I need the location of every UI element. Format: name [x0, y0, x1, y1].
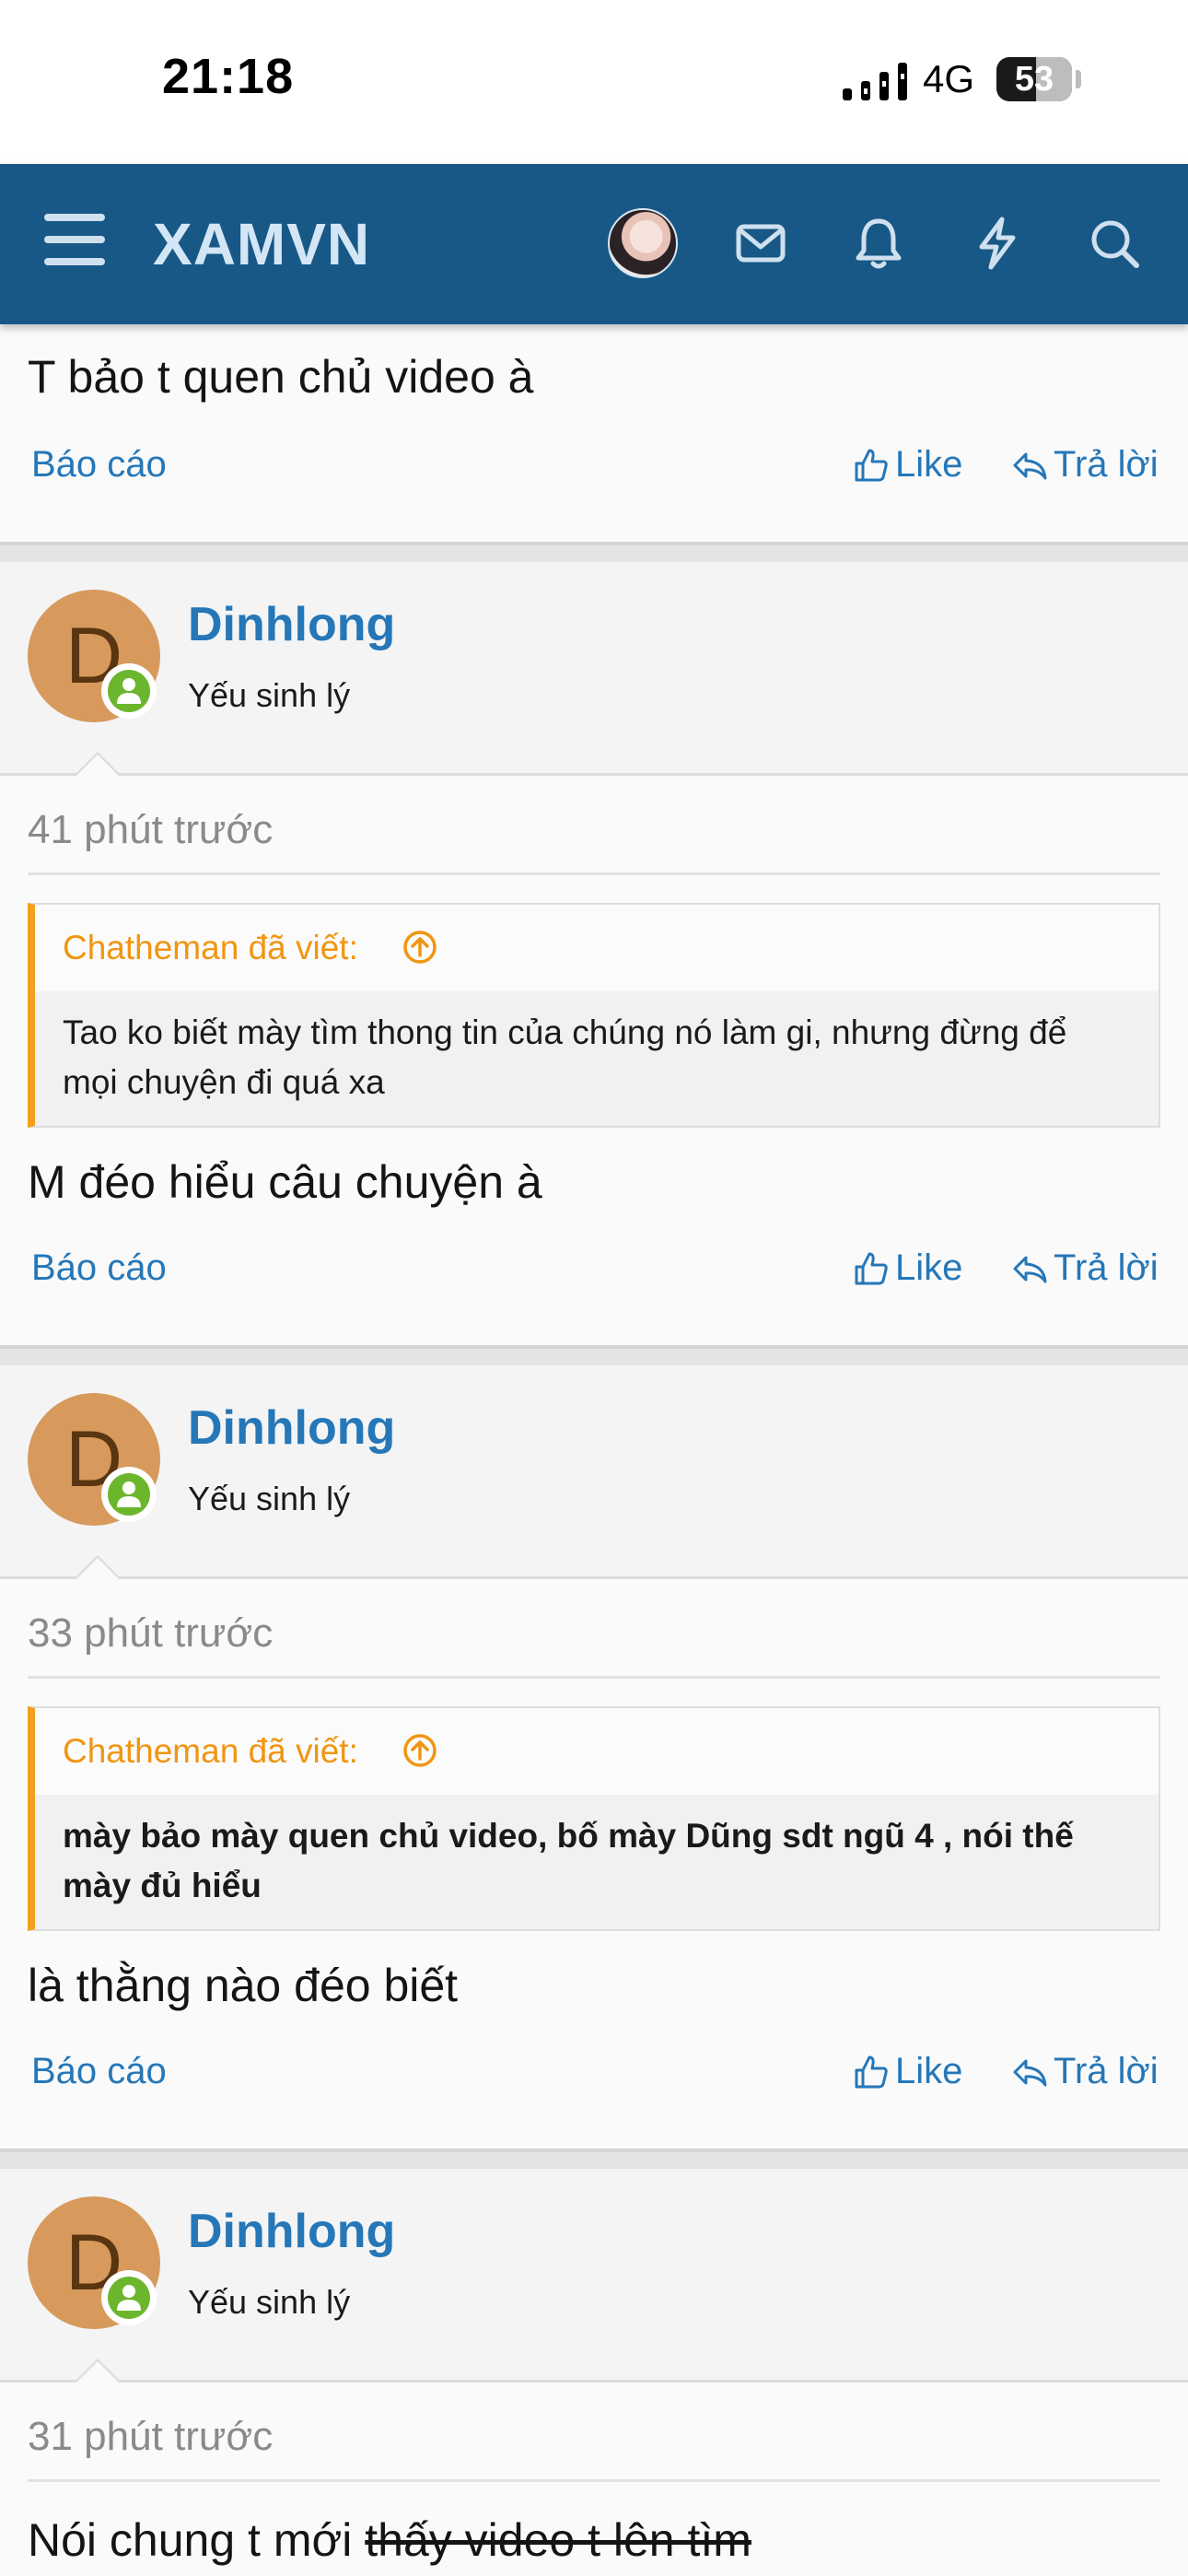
post-actions: Báo cáo Like Trả lời [0, 404, 1188, 542]
post-time[interactable]: 31 phút trước [28, 2414, 273, 2460]
thumbs-up-icon [855, 449, 888, 482]
reply-icon [1013, 1256, 1047, 1283]
username[interactable]: Dinhlong [188, 1400, 395, 1456]
quote-author[interactable]: Chatheman đã viết: [63, 1732, 358, 1771]
report-link[interactable]: Báo cáo [31, 444, 167, 486]
online-status-icon [101, 663, 157, 719]
post-actions: Báo cáo Like Trả lời [0, 2032, 1188, 2149]
like-button[interactable]: Like [853, 444, 962, 486]
user-title: Yếu sinh lý [188, 676, 351, 714]
bell-icon[interactable] [845, 210, 912, 276]
thumbs-up-icon [855, 2055, 888, 2089]
quote-header: Chatheman đã viết: [35, 1708, 1159, 1795]
post-separator [0, 542, 1188, 562]
site-logo[interactable]: XAMVN [153, 210, 370, 278]
reply-button[interactable]: Trả lời [1011, 1247, 1159, 1289]
post: D Dinhlong Yếu sinh lý 33 phút trước Cha… [0, 1365, 1188, 2149]
post-text: T bảo t quen chủ video à [28, 351, 534, 403]
reply-icon [1013, 452, 1047, 480]
post-text: là thằng nào đéo biết [28, 1960, 459, 2011]
post-time-row: 41 phút trước [0, 776, 1188, 875]
quote-block: Chatheman đã viết: Tao ko biết mày tìm t… [28, 903, 1160, 1128]
bolt-icon[interactable] [963, 210, 1030, 276]
header-pointer [74, 1555, 122, 1579]
reply-label: Trả lời [1054, 1247, 1159, 1288]
like-button[interactable]: Like [853, 2051, 962, 2092]
search-icon[interactable] [1081, 210, 1147, 276]
quote-text: Tao ko biết mày tìm thong tin của chúng … [63, 1013, 1067, 1101]
username[interactable]: Dinhlong [188, 597, 395, 652]
post-user-header: D Dinhlong Yếu sinh lý [0, 1365, 1188, 1579]
post-time-row: 33 phút trước [0, 1579, 1188, 1679]
post-time-row: 31 phút trước [0, 2383, 1188, 2482]
like-label: Like [895, 2051, 963, 2091]
thumbs-up-icon [855, 1252, 888, 1285]
quote-header: Chatheman đã viết: [35, 905, 1159, 991]
screen: 21:18 4G 53 XAMVN T bảo t quen chủ video… [0, 0, 1188, 2576]
quote-block: Chatheman đã viết: mày bảo mày quen chủ … [28, 1706, 1160, 1931]
user-title: Yếu sinh lý [188, 1480, 351, 1517]
post: D Dinhlong Yếu sinh lý 31 phút trước Nói… [0, 2169, 1188, 2576]
post-time[interactable]: 33 phút trước [28, 1610, 273, 1657]
reply-label: Trả lời [1054, 444, 1159, 485]
post-text: Nói chung t mới thấy video t lên tìm [0, 2482, 1188, 2567]
reply-button[interactable]: Trả lời [1011, 2051, 1159, 2092]
post-text: M đéo hiểu câu chuyện à [28, 1156, 542, 1208]
like-button[interactable]: Like [853, 1247, 962, 1289]
like-label: Like [895, 444, 963, 485]
user-avatar[interactable] [608, 208, 678, 278]
post-time[interactable]: 41 phút trước [28, 807, 273, 853]
battery-icon: 53 [996, 57, 1072, 101]
post-user-header: D Dinhlong Yếu sinh lý [0, 2169, 1188, 2383]
report-link[interactable]: Báo cáo [31, 2051, 167, 2092]
report-link[interactable]: Báo cáo [31, 1247, 167, 1289]
username[interactable]: Dinhlong [188, 2204, 395, 2259]
thread-content: T bảo t quen chủ video à Báo cáo Like Tr… [0, 324, 1188, 2576]
post-actions: Báo cáo Like Trả lời [0, 1229, 1188, 1345]
quote-author[interactable]: Chatheman đã viết: [63, 929, 358, 967]
network-type: 4G [923, 57, 975, 100]
online-status-icon [101, 1467, 157, 1522]
post-text-strikethrough: thấy video t lên tìm [365, 2514, 751, 2566]
cellular-signal-icon [843, 63, 907, 100]
post-separator [0, 1345, 1188, 1365]
online-status-icon [101, 2270, 157, 2325]
mail-icon[interactable] [728, 210, 794, 276]
battery-nub [1076, 70, 1081, 88]
post: D Dinhlong Yếu sinh lý 41 phút trước Cha… [0, 562, 1188, 1345]
arrow-up-circle-icon[interactable] [402, 929, 438, 966]
status-time: 21:18 [162, 49, 295, 104]
header-pointer [74, 752, 122, 776]
top-nav-bar: XAMVN [0, 164, 1188, 324]
reply-label: Trả lời [1054, 2051, 1159, 2091]
post-text-plain: Nói chung t mới [28, 2514, 366, 2566]
post-separator [0, 2149, 1188, 2169]
reply-icon [1013, 2059, 1047, 2087]
arrow-up-circle-icon[interactable] [402, 1732, 438, 1769]
post-user-header: D Dinhlong Yếu sinh lý [0, 562, 1188, 776]
like-label: Like [895, 1247, 963, 1288]
quote-text: mày bảo mày quen chủ video, bố mày Dũng … [63, 1817, 1074, 1904]
battery-percent: 53 [1014, 60, 1054, 99]
header-pointer [74, 2359, 122, 2383]
user-title: Yếu sinh lý [188, 2283, 351, 2321]
status-bar: 21:18 4G 53 [0, 0, 1188, 164]
menu-icon[interactable] [44, 214, 105, 265]
reply-button[interactable]: Trả lời [1011, 444, 1159, 486]
post: T bảo t quen chủ video à Báo cáo Like Tr… [0, 324, 1188, 542]
